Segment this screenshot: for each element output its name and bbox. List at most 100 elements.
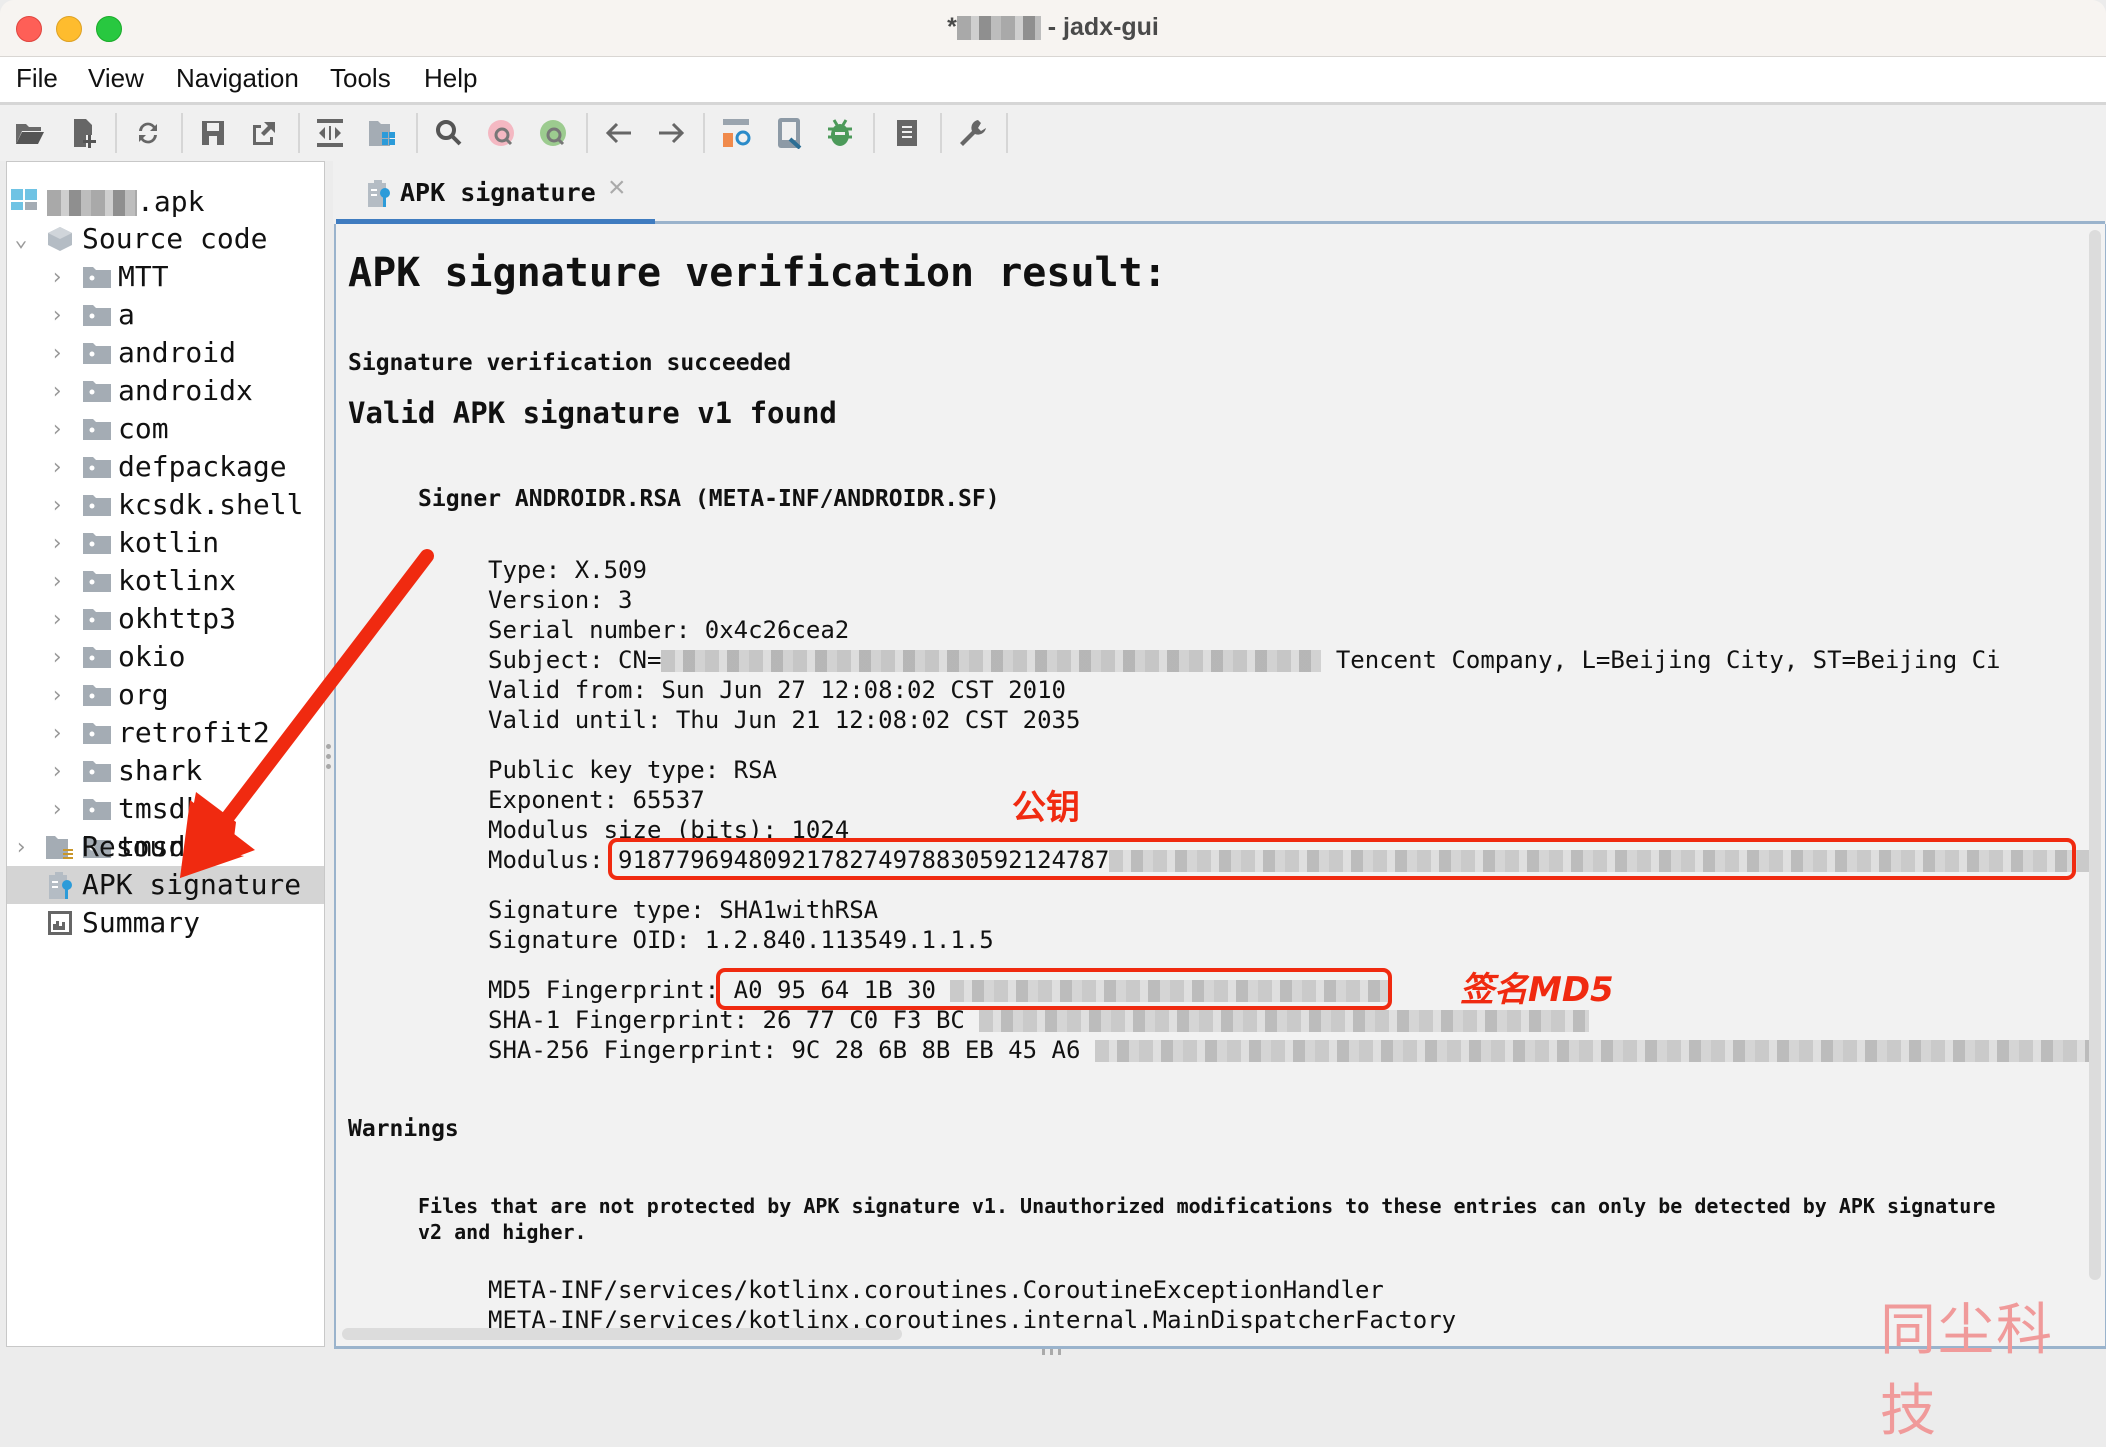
- tab-label: APK signature: [400, 178, 596, 207]
- chevron-right-icon[interactable]: ›: [47, 265, 67, 290]
- chevron-right-icon[interactable]: ›: [47, 797, 67, 822]
- tree-package[interactable]: › retrofit2: [7, 714, 324, 752]
- modulus-label: Modulus:: [488, 846, 619, 874]
- apk-extension: .apk: [137, 185, 205, 218]
- menu-navigation[interactable]: Navigation: [176, 63, 299, 94]
- signature-report-panel: APK signature verification result: Signa…: [334, 224, 2106, 1349]
- package-folder-icon: [83, 609, 111, 630]
- report-heading: APK signature verification result:: [348, 250, 1167, 296]
- menu-bar: File View Navigation Tools Help: [0, 57, 2106, 105]
- tree-label: Resources: [82, 830, 234, 863]
- chevron-right-icon[interactable]: ›: [47, 303, 67, 328]
- tree-package[interactable]: › androidx: [7, 372, 324, 410]
- cert-serial-number: Serial number: 0x4c26cea2: [488, 616, 850, 644]
- chevron-right-icon[interactable]: ›: [47, 341, 67, 366]
- menu-file[interactable]: File: [16, 63, 58, 94]
- package-folder-icon: [83, 647, 111, 668]
- tree-resources[interactable]: › Resources: [7, 828, 324, 866]
- tree-label: okhttp3: [118, 602, 237, 635]
- redacted-project-name: [956, 16, 1041, 41]
- flatten-packages-icon[interactable]: [366, 116, 400, 150]
- tree-summary[interactable]: Summary: [7, 904, 324, 942]
- chevron-right-icon[interactable]: ›: [47, 455, 67, 480]
- package-folder-icon: [83, 723, 111, 744]
- chevron-right-icon[interactable]: ›: [47, 569, 67, 594]
- public-key-type: Public key type: RSA: [488, 756, 777, 784]
- vertical-scrollbar[interactable]: [2089, 230, 2101, 1280]
- tab-apk-signature[interactable]: APK signature ×: [336, 161, 656, 217]
- back-icon[interactable]: [602, 116, 636, 150]
- title-app-name: - jadx-gui: [1040, 13, 1159, 41]
- save-all-icon[interactable]: [196, 116, 230, 150]
- warning-text-continued: v2 and higher.: [418, 1220, 587, 1244]
- search-text-icon[interactable]: [432, 116, 466, 150]
- tree-package[interactable]: › kotlinx: [7, 562, 324, 600]
- tree-package[interactable]: › defpackage: [7, 448, 324, 486]
- debugger-icon[interactable]: [823, 116, 857, 150]
- tree-label: MTT: [118, 260, 169, 293]
- package-folder-icon: [83, 419, 111, 440]
- tree-package[interactable]: › shark: [7, 752, 324, 790]
- redacted-subject: [661, 650, 1322, 672]
- chevron-right-icon[interactable]: ›: [47, 607, 67, 632]
- chevron-right-icon[interactable]: ›: [47, 417, 67, 442]
- sha1-label: SHA-1 Fingerprint:: [488, 1006, 763, 1034]
- tree-label: org: [118, 678, 169, 711]
- quark-icon[interactable]: [890, 116, 924, 150]
- source-code-icon: [48, 227, 72, 251]
- chevron-right-icon[interactable]: ›: [47, 531, 67, 556]
- menu-help[interactable]: Help: [424, 63, 477, 94]
- add-files-icon[interactable]: [66, 116, 100, 150]
- forward-icon[interactable]: [654, 116, 688, 150]
- tree-package[interactable]: › a: [7, 296, 324, 334]
- preferences-icon[interactable]: [956, 116, 990, 150]
- chevron-right-icon[interactable]: ›: [47, 683, 67, 708]
- tree-package[interactable]: › MTT: [7, 258, 324, 296]
- reload-icon[interactable]: [131, 116, 165, 150]
- chevron-right-icon[interactable]: ›: [47, 493, 67, 518]
- chevron-right-icon[interactable]: ›: [47, 645, 67, 670]
- tree-package[interactable]: › okio: [7, 638, 324, 676]
- tab-close-icon[interactable]: ×: [608, 171, 626, 205]
- menu-view[interactable]: View: [88, 63, 144, 94]
- menu-tools[interactable]: Tools: [330, 63, 391, 94]
- tree-package[interactable]: › okhttp3: [7, 600, 324, 638]
- log-viewer-icon[interactable]: [773, 116, 807, 150]
- public-key-exponent: Exponent: 65537: [488, 786, 705, 814]
- chevron-right-icon[interactable]: ›: [47, 379, 67, 404]
- sync-with-editor-icon[interactable]: [313, 116, 347, 150]
- package-folder-icon: [83, 305, 111, 326]
- tree-package[interactable]: › tmsdk: [7, 790, 324, 828]
- tree-label: tmsdk: [118, 792, 203, 825]
- bottom-resize-grip[interactable]: [1040, 1348, 1064, 1356]
- horizontal-scrollbar[interactable]: [342, 1328, 902, 1340]
- tree-package[interactable]: › kcsdk.shell: [7, 486, 324, 524]
- toolbar: [0, 105, 2106, 161]
- tree-source-code[interactable]: ⌄ Source code: [7, 220, 324, 258]
- chevron-right-icon[interactable]: ›: [47, 759, 67, 784]
- tree-package[interactable]: › kotlin: [7, 524, 324, 562]
- chevron-right-icon[interactable]: ›: [47, 721, 67, 746]
- chevron-down-icon[interactable]: ⌄: [11, 227, 31, 252]
- deobfuscation-icon[interactable]: [720, 116, 754, 150]
- tree-root-apk[interactable]: .apk: [7, 182, 324, 220]
- cert-valid-from: Valid from: Sun Jun 27 12:08:02 CST 2010: [488, 676, 1066, 704]
- tree-package[interactable]: › android: [7, 334, 324, 372]
- chevron-right-icon[interactable]: ›: [11, 835, 31, 860]
- search-class-icon[interactable]: [485, 116, 519, 150]
- tree-label: kotlinx: [118, 564, 237, 597]
- search-usage-icon[interactable]: [537, 116, 571, 150]
- tree-package[interactable]: › org: [7, 676, 324, 714]
- tree-package[interactable]: › com: [7, 410, 324, 448]
- tree-label: okio: [118, 640, 186, 673]
- resources-folder-icon: [46, 836, 73, 859]
- window-title: * - jadx-gui: [0, 13, 2106, 42]
- panel-splitter[interactable]: [325, 161, 333, 1345]
- modulus-highlight-box: [608, 838, 2076, 880]
- open-file-icon[interactable]: [13, 116, 47, 150]
- verification-status: Signature verification succeeded: [348, 350, 792, 376]
- warnings-heading: Warnings: [348, 1116, 459, 1142]
- tree-label: Source code: [82, 222, 268, 255]
- tree-apk-signature[interactable]: APK signature: [7, 866, 324, 904]
- export-icon[interactable]: [247, 116, 281, 150]
